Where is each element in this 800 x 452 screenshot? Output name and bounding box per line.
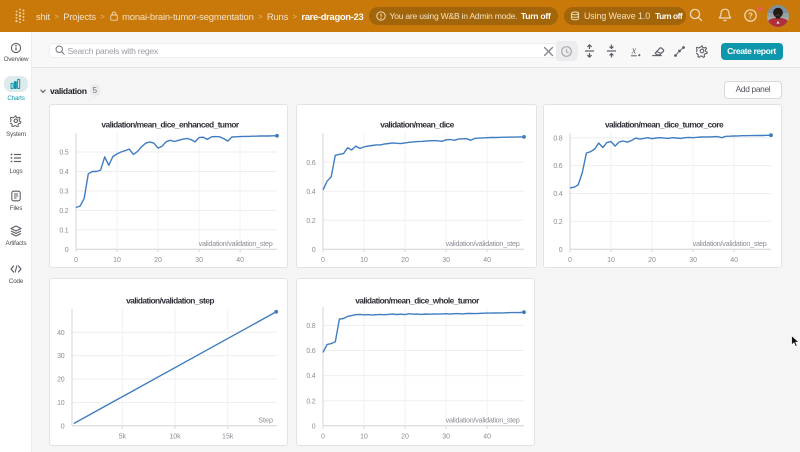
svg-text:0.2: 0.2 bbox=[306, 398, 315, 405]
svg-text:0.1: 0.1 bbox=[59, 227, 68, 234]
svg-text:0.5: 0.5 bbox=[59, 150, 68, 157]
svg-text:10: 10 bbox=[607, 257, 615, 264]
svg-text:20: 20 bbox=[57, 377, 65, 384]
svg-text:10: 10 bbox=[360, 434, 368, 441]
svg-text:0.8: 0.8 bbox=[306, 323, 315, 330]
svg-text:0: 0 bbox=[568, 257, 572, 264]
svg-text:validation/mean_dice_whole_tum: validation/mean_dice_whole_tumor bbox=[355, 296, 480, 306]
svg-text:0: 0 bbox=[321, 257, 325, 264]
svg-text:0: 0 bbox=[74, 257, 78, 264]
svg-text:0.2: 0.2 bbox=[306, 218, 315, 225]
svg-text:40: 40 bbox=[483, 434, 491, 441]
svg-text:validation/mean_dice_enhanced_: validation/mean_dice_enhanced_tumor bbox=[101, 120, 240, 130]
svg-text:40: 40 bbox=[236, 257, 244, 264]
svg-text:0: 0 bbox=[312, 423, 316, 430]
svg-text:0: 0 bbox=[61, 423, 65, 430]
svg-text:Step: Step bbox=[258, 416, 273, 425]
svg-text:validation/validation_step: validation/validation_step bbox=[446, 416, 520, 425]
svg-text:0: 0 bbox=[65, 247, 69, 254]
svg-text:0.4: 0.4 bbox=[553, 191, 562, 198]
svg-text:20: 20 bbox=[154, 257, 162, 264]
svg-text:0.3: 0.3 bbox=[59, 189, 68, 196]
svg-text:20: 20 bbox=[401, 434, 409, 441]
svg-text:10k: 10k bbox=[169, 434, 181, 441]
svg-text:validation/validation_step: validation/validation_step bbox=[126, 296, 214, 306]
svg-text:10: 10 bbox=[113, 257, 121, 264]
svg-text:40: 40 bbox=[730, 257, 738, 264]
svg-text:?: ? bbox=[748, 11, 753, 20]
svg-text:validation/validation_step: validation/validation_step bbox=[446, 239, 520, 248]
svg-text:0: 0 bbox=[559, 247, 563, 254]
svg-text:0.6: 0.6 bbox=[553, 163, 562, 170]
svg-text:validation/mean_dice: validation/mean_dice bbox=[380, 120, 454, 130]
svg-text:0: 0 bbox=[321, 434, 325, 441]
svg-text:10: 10 bbox=[360, 257, 368, 264]
svg-text:validation/mean_dice_tumor_cor: validation/mean_dice_tumor_core bbox=[605, 120, 724, 130]
svg-text:5k: 5k bbox=[119, 434, 127, 441]
svg-text:0.8: 0.8 bbox=[553, 135, 562, 142]
svg-text:40: 40 bbox=[57, 330, 65, 337]
svg-text:x: x bbox=[631, 46, 637, 57]
svg-text:30: 30 bbox=[442, 257, 450, 264]
svg-text:0.4: 0.4 bbox=[59, 169, 68, 176]
svg-text:30: 30 bbox=[57, 353, 65, 360]
svg-text:10: 10 bbox=[57, 400, 65, 407]
svg-text:20: 20 bbox=[401, 257, 409, 264]
svg-text:0.6: 0.6 bbox=[306, 348, 315, 355]
svg-text:validation/validation_step: validation/validation_step bbox=[199, 239, 273, 248]
svg-text:validation/validation_step: validation/validation_step bbox=[693, 239, 767, 248]
svg-text:30: 30 bbox=[442, 434, 450, 441]
svg-text:0.4: 0.4 bbox=[306, 189, 315, 196]
svg-text:0: 0 bbox=[312, 247, 316, 254]
svg-text:30: 30 bbox=[195, 257, 203, 264]
svg-text:30: 30 bbox=[689, 257, 697, 264]
svg-text:0.6: 0.6 bbox=[306, 160, 315, 167]
svg-text:20: 20 bbox=[648, 257, 656, 264]
svg-text:40: 40 bbox=[483, 257, 491, 264]
svg-text:0.4: 0.4 bbox=[306, 373, 315, 380]
svg-text:0.2: 0.2 bbox=[553, 219, 562, 226]
svg-text:0.2: 0.2 bbox=[59, 208, 68, 215]
svg-text:15k: 15k bbox=[222, 434, 234, 441]
